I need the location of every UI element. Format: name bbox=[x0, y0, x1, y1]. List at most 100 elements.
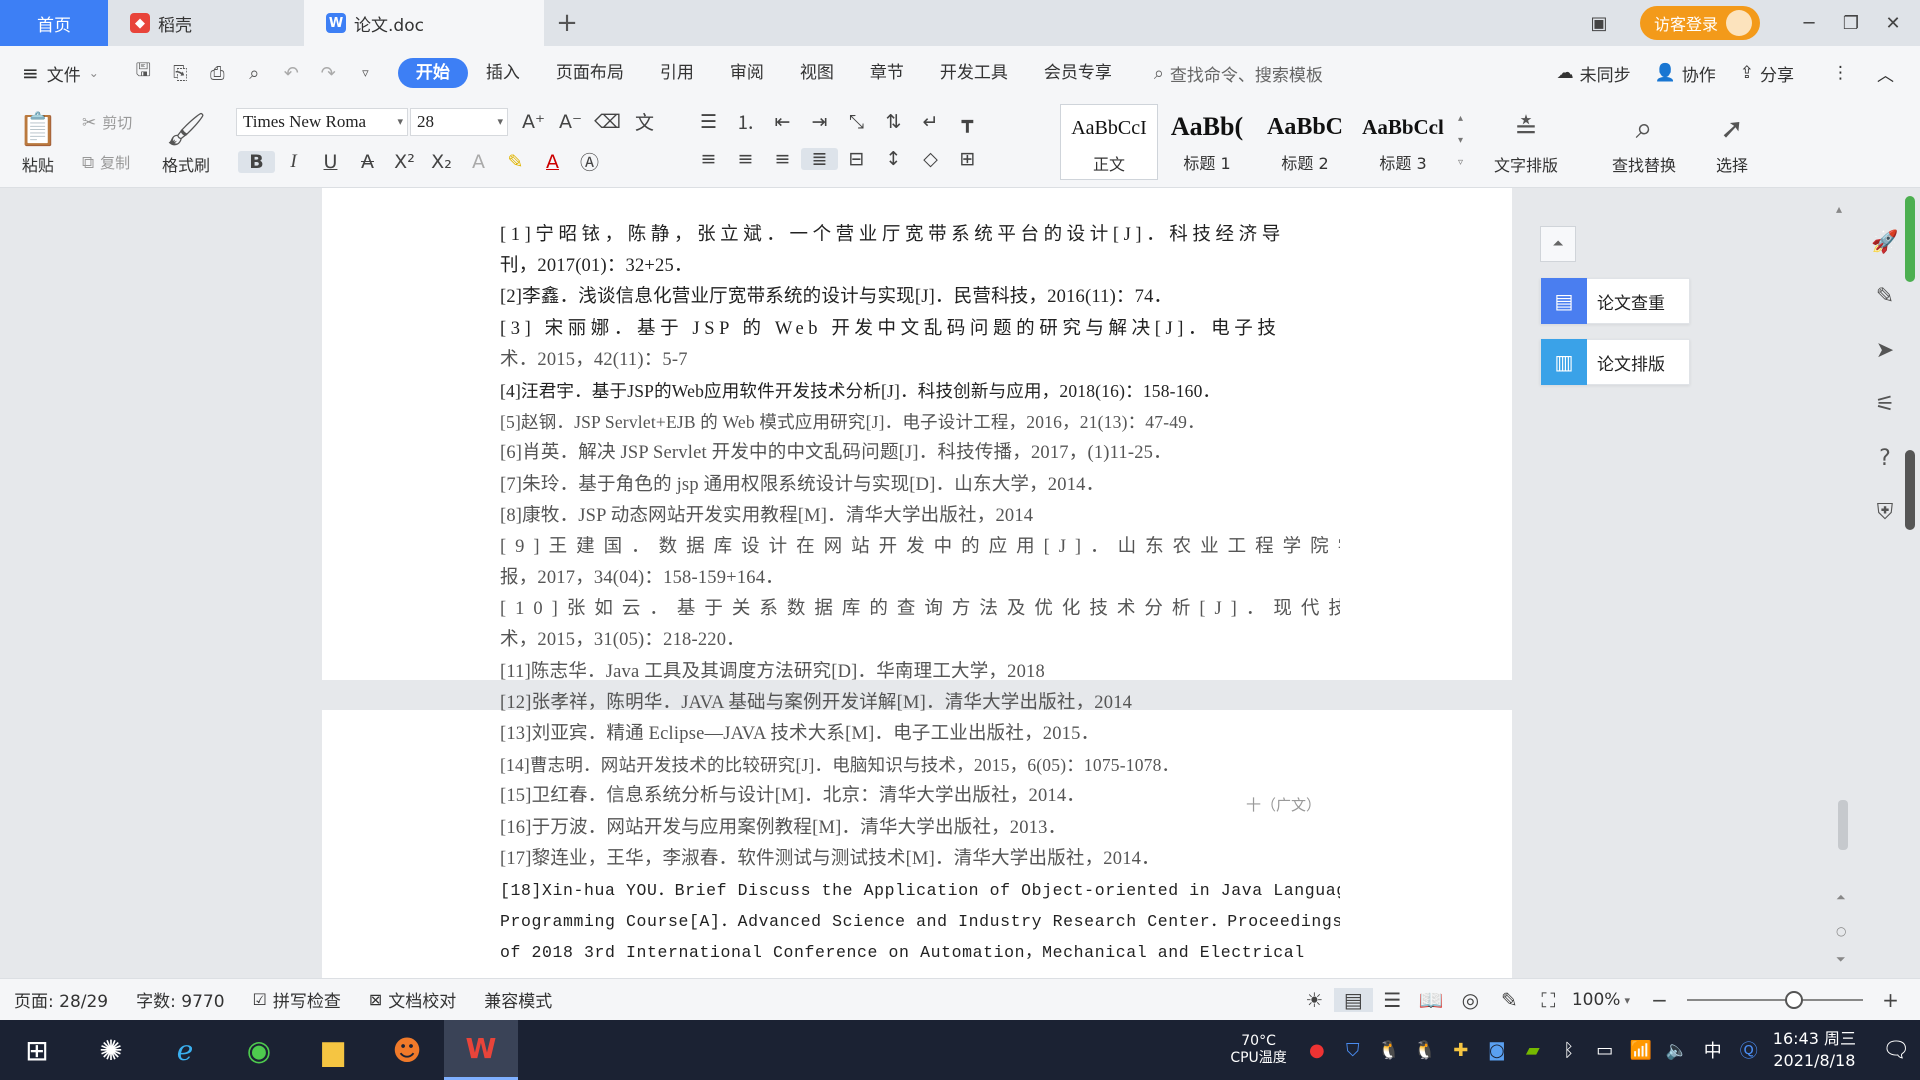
distribute-icon[interactable]: ⊟ bbox=[838, 148, 875, 170]
sync-status-button[interactable]: ☁ 未同步 bbox=[1557, 61, 1631, 86]
minimize-icon[interactable]: ─ bbox=[1788, 13, 1830, 34]
rocket-icon[interactable]: 🚀 bbox=[1860, 230, 1910, 284]
decrease-indent-icon[interactable]: ⇤ bbox=[764, 111, 801, 133]
phonetic-guide-icon[interactable]: 文 bbox=[626, 108, 663, 135]
web-view-icon[interactable]: ◎ bbox=[1451, 988, 1490, 1012]
style-gallery-scroll[interactable]: ▴ ▾ ▿ bbox=[1458, 108, 1463, 174]
file-menu[interactable]: ≡ 文件 ⌄ bbox=[22, 61, 99, 86]
help-icon[interactable]: ? bbox=[1860, 446, 1910, 500]
read-view-icon[interactable]: 📖 bbox=[1412, 988, 1451, 1012]
bold-icon[interactable]: B bbox=[238, 150, 275, 173]
numbered-list-icon[interactable]: ⒈ bbox=[727, 108, 764, 135]
text-layout-button[interactable]: ≛ 文字排版 bbox=[1494, 106, 1558, 176]
scroll-up-icon[interactable]: ▴ bbox=[1836, 202, 1842, 216]
cpu-temperature[interactable]: 70°C CPU温度 bbox=[1230, 1033, 1286, 1067]
prev-page-icon[interactable]: ⏶ bbox=[1836, 890, 1846, 905]
tab-home[interactable]: 首页 bbox=[0, 0, 108, 46]
italic-icon[interactable]: I bbox=[275, 151, 312, 173]
find-replace-button[interactable]: ⌕ 查找替换 bbox=[1612, 106, 1676, 176]
line-break-icon[interactable]: ↵ bbox=[912, 111, 949, 133]
tray-app-icon[interactable]: ◙ bbox=[1479, 1040, 1515, 1061]
chevron-down-icon[interactable]: ▾ bbox=[1624, 994, 1630, 1007]
collapse-ribbon-icon[interactable]: ︿ bbox=[1877, 61, 1894, 86]
menu-tab-8[interactable]: 会员专享 bbox=[1026, 58, 1130, 88]
paste-button[interactable]: 📋 粘贴 bbox=[18, 106, 58, 176]
font-size-select[interactable]: 28 ▾ bbox=[410, 108, 508, 136]
volume-icon[interactable]: 🔈 bbox=[1659, 1040, 1695, 1061]
menu-tab-2[interactable]: 页面布局 bbox=[538, 58, 642, 88]
notification-icon[interactable]: 🗨 bbox=[1872, 1038, 1920, 1063]
collaborate-button[interactable]: 👤 协作 bbox=[1655, 61, 1716, 86]
shading-icon[interactable]: ◇ bbox=[912, 148, 949, 170]
qq-icon[interactable]: 🐧 bbox=[1371, 1040, 1407, 1061]
spell-check-button[interactable]: ☑ 拼写检查 bbox=[253, 987, 341, 1012]
cursor-icon[interactable]: ➤ bbox=[1860, 338, 1910, 392]
export-icon[interactable]: ⎘ bbox=[162, 63, 199, 84]
zoom-slider[interactable] bbox=[1687, 991, 1863, 1009]
doc-proof-button[interactable]: ⊠ 文档校对 bbox=[369, 987, 456, 1012]
font-color-icon[interactable]: A bbox=[534, 151, 571, 173]
redo-icon[interactable]: ↷ bbox=[310, 63, 347, 84]
write-view-icon[interactable]: ✎ bbox=[1490, 988, 1529, 1012]
windows-start-icon[interactable]: ⊞ bbox=[0, 1020, 74, 1080]
outline-view-icon[interactable]: ☰ bbox=[1373, 988, 1412, 1012]
tab-document[interactable]: W 论文.doc bbox=[304, 0, 544, 46]
settings-sliders-icon[interactable]: ⚟ bbox=[1860, 392, 1910, 446]
scrollbar-thumb[interactable] bbox=[1838, 800, 1848, 850]
ninja-app-icon[interactable]: ☻ bbox=[370, 1020, 444, 1080]
input-method-icon[interactable]: Ⓠ bbox=[1731, 1037, 1767, 1063]
customize-dropdown-icon[interactable]: ▿ bbox=[347, 66, 384, 81]
style-heading-3[interactable]: AaBbCcl 标题 3 bbox=[1354, 104, 1452, 180]
align-left-icon[interactable]: ≡ bbox=[690, 148, 727, 170]
format-painter-button[interactable]: 🖌 格式刷 bbox=[162, 106, 210, 176]
green-browser-icon[interactable]: ◉ bbox=[222, 1020, 296, 1080]
nvidia-icon[interactable]: ▰ bbox=[1515, 1040, 1551, 1061]
copy-button[interactable]: ⧉ 复制 bbox=[82, 152, 130, 173]
next-page-icon[interactable]: ⏷ bbox=[1836, 952, 1846, 967]
new-tab-button[interactable]: + bbox=[544, 0, 590, 46]
close-icon[interactable]: ✕ bbox=[1872, 13, 1914, 34]
clear-format-icon[interactable]: ⌫ bbox=[589, 111, 626, 133]
thesis-format-button[interactable]: ▥ 论文排版 bbox=[1540, 339, 1690, 385]
visitor-login-button[interactable]: 访客登录 bbox=[1639, 6, 1760, 40]
undo-icon[interactable]: ↶ bbox=[273, 63, 310, 84]
print-icon[interactable]: ⎙ bbox=[199, 63, 236, 84]
bullet-list-icon[interactable]: ☰ bbox=[690, 111, 727, 133]
grow-font-icon[interactable]: A⁺ bbox=[515, 111, 552, 133]
system-clock[interactable]: 16:43 周三 2021/8/18 bbox=[1773, 1028, 1856, 1072]
share-button[interactable]: ⇪ 分享 bbox=[1740, 61, 1794, 86]
vertical-scrollbar[interactable]: ▴ ⏶ ○ ⏷ bbox=[1832, 200, 1854, 970]
plagiarism-check-button[interactable]: ▤ 论文查重 bbox=[1540, 278, 1690, 324]
page-view-icon[interactable]: ▤ bbox=[1333, 988, 1373, 1012]
align-right-icon[interactable]: ≡ bbox=[764, 148, 801, 170]
cut-button[interactable]: ✂ 剪切 bbox=[82, 112, 132, 133]
font-name-select[interactable]: Times New Roma ▾ bbox=[236, 108, 408, 136]
text-effect-icon[interactable]: A bbox=[460, 151, 497, 173]
border-icon[interactable]: ⊞ bbox=[949, 148, 986, 170]
save-icon[interactable]: 🖫 bbox=[125, 58, 162, 88]
menu-tab-3[interactable]: 引用 bbox=[642, 58, 712, 88]
battery-icon[interactable]: ▭ bbox=[1587, 1040, 1623, 1061]
more-icon[interactable]: ⋮ bbox=[1832, 63, 1849, 83]
zoom-out-icon[interactable]: − bbox=[1640, 988, 1679, 1012]
line-spacing-icon[interactable]: ↕ bbox=[875, 148, 912, 170]
align-center-icon[interactable]: ≡ bbox=[727, 148, 764, 170]
panel-collapse-button[interactable]: ⏶ bbox=[1540, 226, 1576, 262]
style-heading-1[interactable]: AaBb( 标题 1 bbox=[1158, 104, 1256, 180]
tray-app-icon[interactable]: ● bbox=[1299, 1040, 1335, 1061]
ie-browser-icon[interactable]: ℯ bbox=[148, 1020, 222, 1080]
qq-icon[interactable]: 🐧 bbox=[1407, 1040, 1443, 1061]
text-direction-icon[interactable]: ⤡ bbox=[838, 111, 875, 133]
page-indicator[interactable]: 页面: 28/29 bbox=[14, 987, 108, 1012]
underline-icon[interactable]: U bbox=[312, 151, 349, 173]
style-heading-2[interactable]: AaBbC 标题 2 bbox=[1256, 104, 1354, 180]
shield-icon[interactable]: ⛉ bbox=[1335, 1040, 1371, 1061]
strikethrough-icon[interactable]: A bbox=[349, 151, 386, 173]
file-explorer-icon[interactable]: ▆ bbox=[296, 1020, 370, 1080]
word-count[interactable]: 字数: 9770 bbox=[136, 987, 224, 1012]
menu-tab-6[interactable]: 章节 bbox=[852, 58, 922, 88]
ime-indicator[interactable]: 中 bbox=[1695, 1037, 1731, 1063]
select-browse-icon[interactable]: ○ bbox=[1836, 924, 1846, 938]
tray-plus-icon[interactable]: ✚ bbox=[1443, 1040, 1479, 1061]
wifi-icon[interactable]: 📶 bbox=[1623, 1040, 1659, 1061]
